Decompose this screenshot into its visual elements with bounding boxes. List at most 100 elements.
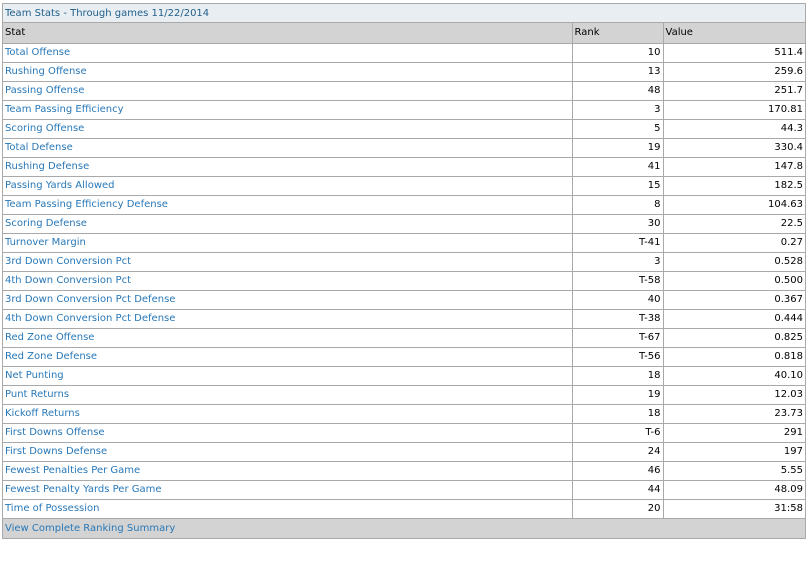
rank-cell: 20 — [572, 499, 664, 519]
stat-cell: Rushing Offense — [3, 62, 573, 82]
rank-cell: T-56 — [572, 347, 664, 367]
table-row: First Downs Offense T-6 291 — [3, 423, 805, 443]
stat-link[interactable]: First Downs Defense — [5, 446, 107, 457]
rank-cell: 3 — [572, 100, 664, 120]
rank-cell: 30 — [572, 214, 664, 234]
table-row: Rushing Offense 13 259.6 — [3, 62, 805, 82]
stat-link[interactable]: Passing Yards Allowed — [5, 180, 115, 191]
value-cell: 40.10 — [663, 366, 805, 386]
table-row: 4th Down Conversion Pct Defense T-38 0.444 — [3, 309, 805, 329]
stat-cell: Red Zone Defense — [3, 347, 573, 367]
rank-cell: 41 — [572, 157, 664, 177]
stat-cell: 4th Down Conversion Pct Defense — [3, 309, 573, 329]
stat-link[interactable]: Fewest Penalties Per Game — [5, 465, 140, 476]
stat-link[interactable]: Kickoff Returns — [5, 408, 80, 419]
table-caption: Team Stats - Through games 11/22/2014 — [3, 4, 805, 23]
table-body: Total Offense 10 511.4 Rushing Offense 13 259… — [3, 43, 805, 519]
stat-link[interactable]: 3rd Down Conversion Pct — [5, 256, 131, 267]
value-cell: 0.528 — [663, 252, 805, 272]
stat-link[interactable]: First Downs Offense — [5, 427, 105, 438]
rank-cell: 13 — [572, 62, 664, 82]
rank-cell: 8 — [572, 195, 664, 215]
stat-cell: Rushing Defense — [3, 157, 573, 177]
team-stats-panel: Team Stats - Through games 11/22/2014 St… — [2, 3, 806, 539]
stat-link[interactable]: Total Defense — [5, 142, 73, 153]
stat-cell: Total Defense — [3, 138, 573, 158]
stat-cell: Fewest Penalties Per Game — [3, 461, 573, 481]
stat-cell: Total Offense — [3, 43, 573, 63]
table-row: 4th Down Conversion Pct T-58 0.500 — [3, 271, 805, 291]
table-row: Total Offense 10 511.4 — [3, 43, 805, 63]
stat-link[interactable]: Rushing Offense — [5, 66, 87, 77]
table-row: Net Punting 18 40.10 — [3, 366, 805, 386]
table-row: Fewest Penalty Yards Per Game 44 48.09 — [3, 480, 805, 500]
stat-cell: 3rd Down Conversion Pct — [3, 252, 573, 272]
stat-cell: Red Zone Offense — [3, 328, 573, 348]
stat-link[interactable]: 4th Down Conversion Pct Defense — [5, 313, 175, 324]
value-cell: 0.444 — [663, 309, 805, 329]
table-row: Red Zone Offense T-67 0.825 — [3, 328, 805, 348]
rank-cell: 10 — [572, 43, 664, 63]
stat-link[interactable]: Passing Offense — [5, 85, 84, 96]
stat-cell: First Downs Offense — [3, 423, 573, 443]
stat-cell: Team Passing Efficiency Defense — [3, 195, 573, 215]
stat-cell: Fewest Penalty Yards Per Game — [3, 480, 573, 500]
stat-cell: Kickoff Returns — [3, 404, 573, 424]
table-row: Time of Possession 20 31:58 — [3, 499, 805, 519]
stat-link[interactable]: Scoring Offense — [5, 123, 84, 134]
stat-cell: Scoring Offense — [3, 119, 573, 139]
value-cell: 5.55 — [663, 461, 805, 481]
table-row: Total Defense 19 330.4 — [3, 138, 805, 158]
value-cell: 22.5 — [663, 214, 805, 234]
stat-link[interactable]: Turnover Margin — [5, 237, 86, 248]
rank-cell: 5 — [572, 119, 664, 139]
stat-link[interactable]: Scoring Defense — [5, 218, 87, 229]
value-cell: 23.73 — [663, 404, 805, 424]
stats-table: Stat Rank Value Total Offense 10 511.4 Rush… — [3, 23, 805, 519]
rank-cell: 18 — [572, 366, 664, 386]
value-cell: 48.09 — [663, 480, 805, 500]
rank-cell: T-67 — [572, 328, 664, 348]
stat-cell: Time of Possession — [3, 499, 573, 519]
rank-cell: 15 — [572, 176, 664, 196]
table-row: Passing Yards Allowed 15 182.5 — [3, 176, 805, 196]
view-complete-ranking-link[interactable]: View Complete Ranking Summary — [5, 523, 175, 534]
stat-link[interactable]: Red Zone Defense — [5, 351, 97, 362]
stat-link[interactable]: Fewest Penalty Yards Per Game — [5, 484, 162, 495]
table-header-row: Stat Rank Value — [3, 23, 805, 44]
rank-cell: 24 — [572, 442, 664, 462]
stat-cell: First Downs Defense — [3, 442, 573, 462]
stat-link[interactable]: 4th Down Conversion Pct — [5, 275, 131, 286]
rank-cell: 46 — [572, 461, 664, 481]
stat-link[interactable]: 3rd Down Conversion Pct Defense — [5, 294, 175, 305]
rank-cell: T-58 — [572, 271, 664, 291]
stat-link[interactable]: Team Passing Efficiency Defense — [5, 199, 168, 210]
value-cell: 197 — [663, 442, 805, 462]
stat-cell: Passing Yards Allowed — [3, 176, 573, 196]
value-cell: 182.5 — [663, 176, 805, 196]
rank-cell: T-38 — [572, 309, 664, 329]
stat-link[interactable]: Net Punting — [5, 370, 64, 381]
rank-cell: T-6 — [572, 423, 664, 443]
column-header-rank: Rank — [572, 23, 664, 44]
stat-link[interactable]: Total Offense — [5, 47, 70, 58]
stat-link[interactable]: Rushing Defense — [5, 161, 89, 172]
value-cell: 44.3 — [663, 119, 805, 139]
rank-cell: 48 — [572, 81, 664, 101]
table-row: Team Passing Efficiency Defense 8 104.63 — [3, 195, 805, 215]
value-cell: 31:58 — [663, 499, 805, 519]
value-cell: 104.63 — [663, 195, 805, 215]
stat-link[interactable]: Punt Returns — [5, 389, 69, 400]
stat-link[interactable]: Red Zone Offense — [5, 332, 94, 343]
table-row: Scoring Defense 30 22.5 — [3, 214, 805, 234]
stat-link[interactable]: Team Passing Efficiency — [5, 104, 124, 115]
rank-cell: 18 — [572, 404, 664, 424]
value-cell: 170.81 — [663, 100, 805, 120]
table-row: 3rd Down Conversion Pct Defense 40 0.367 — [3, 290, 805, 310]
table-row: Rushing Defense 41 147.8 — [3, 157, 805, 177]
rank-cell: 3 — [572, 252, 664, 272]
stat-link[interactable]: Time of Possession — [5, 503, 100, 514]
table-row: Turnover Margin T-41 0.27 — [3, 233, 805, 253]
value-cell: 0.825 — [663, 328, 805, 348]
stat-cell: Team Passing Efficiency — [3, 100, 573, 120]
